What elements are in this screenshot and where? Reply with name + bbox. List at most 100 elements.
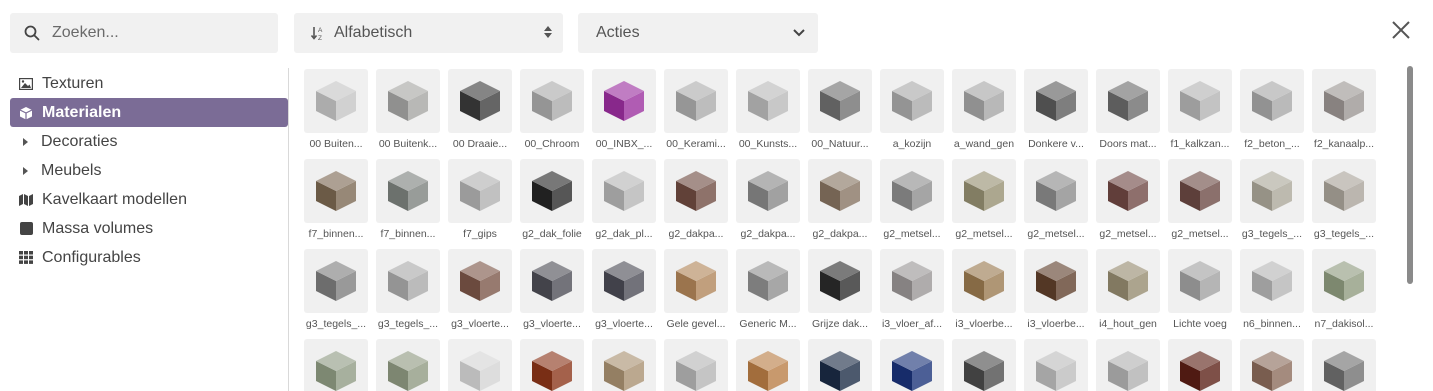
square-icon (19, 222, 33, 236)
material-tile[interactable]: 00_Kerami... (664, 69, 728, 150)
cube-icon (820, 171, 860, 211)
material-thumbnail (952, 249, 1016, 313)
material-tile[interactable]: 00_Chroom (520, 69, 584, 150)
material-tile[interactable]: i3_vloer_af... (880, 249, 944, 330)
material-tile[interactable]: g2_metsel... (880, 159, 944, 240)
material-tile[interactable] (448, 339, 512, 391)
material-thumbnail (808, 249, 872, 313)
material-tile[interactable]: 00_Natuur... (808, 69, 872, 150)
close-icon[interactable] (1390, 19, 1412, 41)
material-tile[interactable]: f7_binnen... (376, 159, 440, 240)
material-tile[interactable]: 00_Kunsts... (736, 69, 800, 150)
material-tile[interactable]: g2_dakpa... (808, 159, 872, 240)
material-tile[interactable]: i3_vloerbe... (1024, 249, 1088, 330)
material-grid: 00 Buiten... 00 Buitenk... 00 Draaie... 00_… (304, 69, 1394, 391)
material-thumbnail (1096, 69, 1160, 133)
sidebar-item-massa-volumes[interactable]: Massa volumes (10, 214, 288, 243)
material-tile[interactable]: g2_metsel... (1096, 159, 1160, 240)
material-tile[interactable]: g2_dakpa... (736, 159, 800, 240)
cube-icon (604, 261, 644, 301)
material-tile[interactable]: f7_binnen... (304, 159, 368, 240)
material-tile[interactable]: 00 Draaie... (448, 69, 512, 150)
material-thumbnail (1096, 159, 1160, 223)
material-thumbnail (952, 69, 1016, 133)
material-tile[interactable] (1024, 339, 1088, 391)
material-thumbnail (808, 339, 872, 391)
material-tile[interactable]: f1_kalkzan... (1168, 69, 1232, 150)
material-tile[interactable]: f2_beton_... (1240, 69, 1304, 150)
search-input[interactable] (50, 23, 254, 43)
material-tile[interactable]: i4_hout_gen (1096, 249, 1160, 330)
material-tile[interactable]: Grijze dak... (808, 249, 872, 330)
material-thumbnail (664, 339, 728, 391)
material-tile[interactable]: Generic M... (736, 249, 800, 330)
sidebar-item-kavelkaart-modellen[interactable]: Kavelkaart modellen (10, 185, 288, 214)
material-tile[interactable]: g2_metsel... (1024, 159, 1088, 240)
material-tile[interactable]: 00 Buitenk... (376, 69, 440, 150)
material-label: g2_metsel... (955, 228, 1013, 240)
sidebar-item-configurables[interactable]: Configurables (10, 243, 288, 272)
material-label: i3_vloerbe... (1027, 318, 1085, 330)
cube-icon (1324, 261, 1364, 301)
material-tile[interactable] (376, 339, 440, 391)
material-tile[interactable] (1312, 339, 1376, 391)
material-tile[interactable] (1096, 339, 1160, 391)
scrollbar-thumb[interactable] (1407, 66, 1413, 284)
actions-select[interactable]: Acties (578, 13, 818, 53)
caret-right-icon[interactable] (23, 137, 28, 146)
material-tile[interactable]: a_kozijn (880, 69, 944, 150)
material-tile[interactable]: g3_tegels_... (304, 249, 368, 330)
cube-icon (1180, 171, 1220, 211)
sidebar-item-meubels[interactable]: Meubels (10, 156, 288, 185)
material-tile[interactable]: g3_tegels_... (1312, 159, 1376, 240)
material-tile[interactable]: g2_metsel... (952, 159, 1016, 240)
material-tile[interactable]: n7_dakisol... (1312, 249, 1376, 330)
material-tile[interactable]: n6_binnen... (1240, 249, 1304, 330)
cube-icon (676, 261, 716, 301)
material-label: g3_tegels_... (1241, 228, 1303, 240)
material-tile[interactable]: g2_dak_folie (520, 159, 584, 240)
material-tile[interactable]: g3_vloerte... (592, 249, 656, 330)
material-tile[interactable]: g3_tegels_... (1240, 159, 1304, 240)
material-label: Grijze dak... (811, 318, 869, 330)
material-tile[interactable]: g3_vloerte... (520, 249, 584, 330)
material-tile[interactable]: 00_INBX_... (592, 69, 656, 150)
material-tile[interactable] (1168, 339, 1232, 391)
sort-select[interactable]: A Z Alfabetisch (294, 13, 563, 53)
material-tile[interactable]: g2_dakpa... (664, 159, 728, 240)
sidebar-item-decoraties[interactable]: Decoraties (10, 127, 288, 156)
cube-icon (388, 171, 428, 211)
material-thumbnail (448, 159, 512, 223)
material-tile[interactable]: 00 Buiten... (304, 69, 368, 150)
material-tile[interactable]: g3_vloerte... (448, 249, 512, 330)
sidebar-item-label: Meubels (41, 161, 102, 179)
material-tile[interactable]: Donkere v... (1024, 69, 1088, 150)
material-tile[interactable] (592, 339, 656, 391)
material-tile[interactable]: Lichte voeg (1168, 249, 1232, 330)
sidebar-item-materialen[interactable]: Materialen (10, 98, 288, 127)
material-tile[interactable] (736, 339, 800, 391)
material-tile[interactable]: g2_metsel... (1168, 159, 1232, 240)
cube-icon (892, 351, 932, 391)
material-label: g2_dakpa... (740, 228, 796, 240)
material-tile[interactable]: g2_dak_pl... (592, 159, 656, 240)
material-tile[interactable]: g3_tegels_... (376, 249, 440, 330)
cube-icon (1036, 171, 1076, 211)
material-tile[interactable] (664, 339, 728, 391)
material-tile[interactable] (520, 339, 584, 391)
material-tile[interactable] (808, 339, 872, 391)
search-box[interactable] (10, 13, 278, 53)
material-tile[interactable] (1240, 339, 1304, 391)
material-tile[interactable]: Gele gevel... (664, 249, 728, 330)
material-tile[interactable]: i3_vloerbe... (952, 249, 1016, 330)
material-tile[interactable]: f7_gips (448, 159, 512, 240)
material-tile[interactable]: a_wand_gen (952, 69, 1016, 150)
material-tile[interactable] (880, 339, 944, 391)
sidebar-item-texturen[interactable]: Texturen (10, 69, 288, 98)
material-tile[interactable] (952, 339, 1016, 391)
material-label: 00 Draaie... (452, 138, 508, 150)
material-tile[interactable]: f2_kanaalp... (1312, 69, 1376, 150)
material-tile[interactable]: Doors mat... (1096, 69, 1160, 150)
material-tile[interactable] (304, 339, 368, 391)
caret-right-icon[interactable] (23, 166, 28, 175)
